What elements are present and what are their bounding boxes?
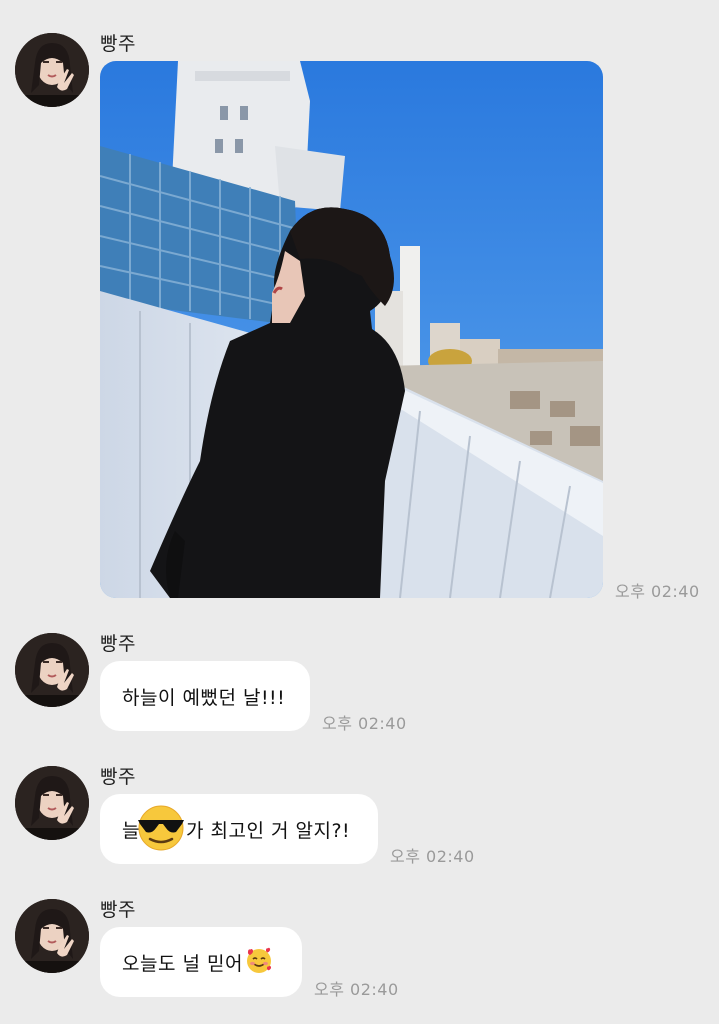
sender-name: 빵주 — [100, 766, 136, 788]
message-text-after: 가 최고인 거 알지?! — [185, 819, 351, 842]
timestamp: 오후 02:40 — [322, 714, 407, 733]
photo-message-image[interactable] — [100, 61, 603, 598]
timestamp: 오후 02:40 — [314, 980, 399, 999]
sender-name: 빵주 — [100, 899, 136, 921]
avatar[interactable] — [15, 766, 89, 840]
message-bubble[interactable]: 늘 가 최고인 거 알지?! — [100, 794, 378, 864]
message-text: 하늘이 예뻤던 날!!! — [122, 686, 286, 709]
avatar[interactable] — [15, 633, 89, 707]
timestamp: 오후 02:40 — [390, 847, 475, 866]
avatar[interactable] — [15, 899, 89, 973]
timestamp: 오후 02:40 — [615, 582, 700, 601]
smiling-face-with-hearts-emoji-icon — [245, 946, 273, 979]
sender-name: 빵주 — [100, 633, 136, 655]
message-text: 오늘도 널 믿어 — [122, 952, 243, 975]
message-bubble[interactable]: 오늘도 널 믿어 — [100, 927, 302, 997]
message-bubble[interactable]: 하늘이 예뻤던 날!!! — [100, 661, 310, 731]
sender-name: 빵주 — [100, 33, 136, 55]
avatar[interactable] — [15, 33, 89, 107]
sunglasses-emoji-icon — [136, 802, 186, 857]
